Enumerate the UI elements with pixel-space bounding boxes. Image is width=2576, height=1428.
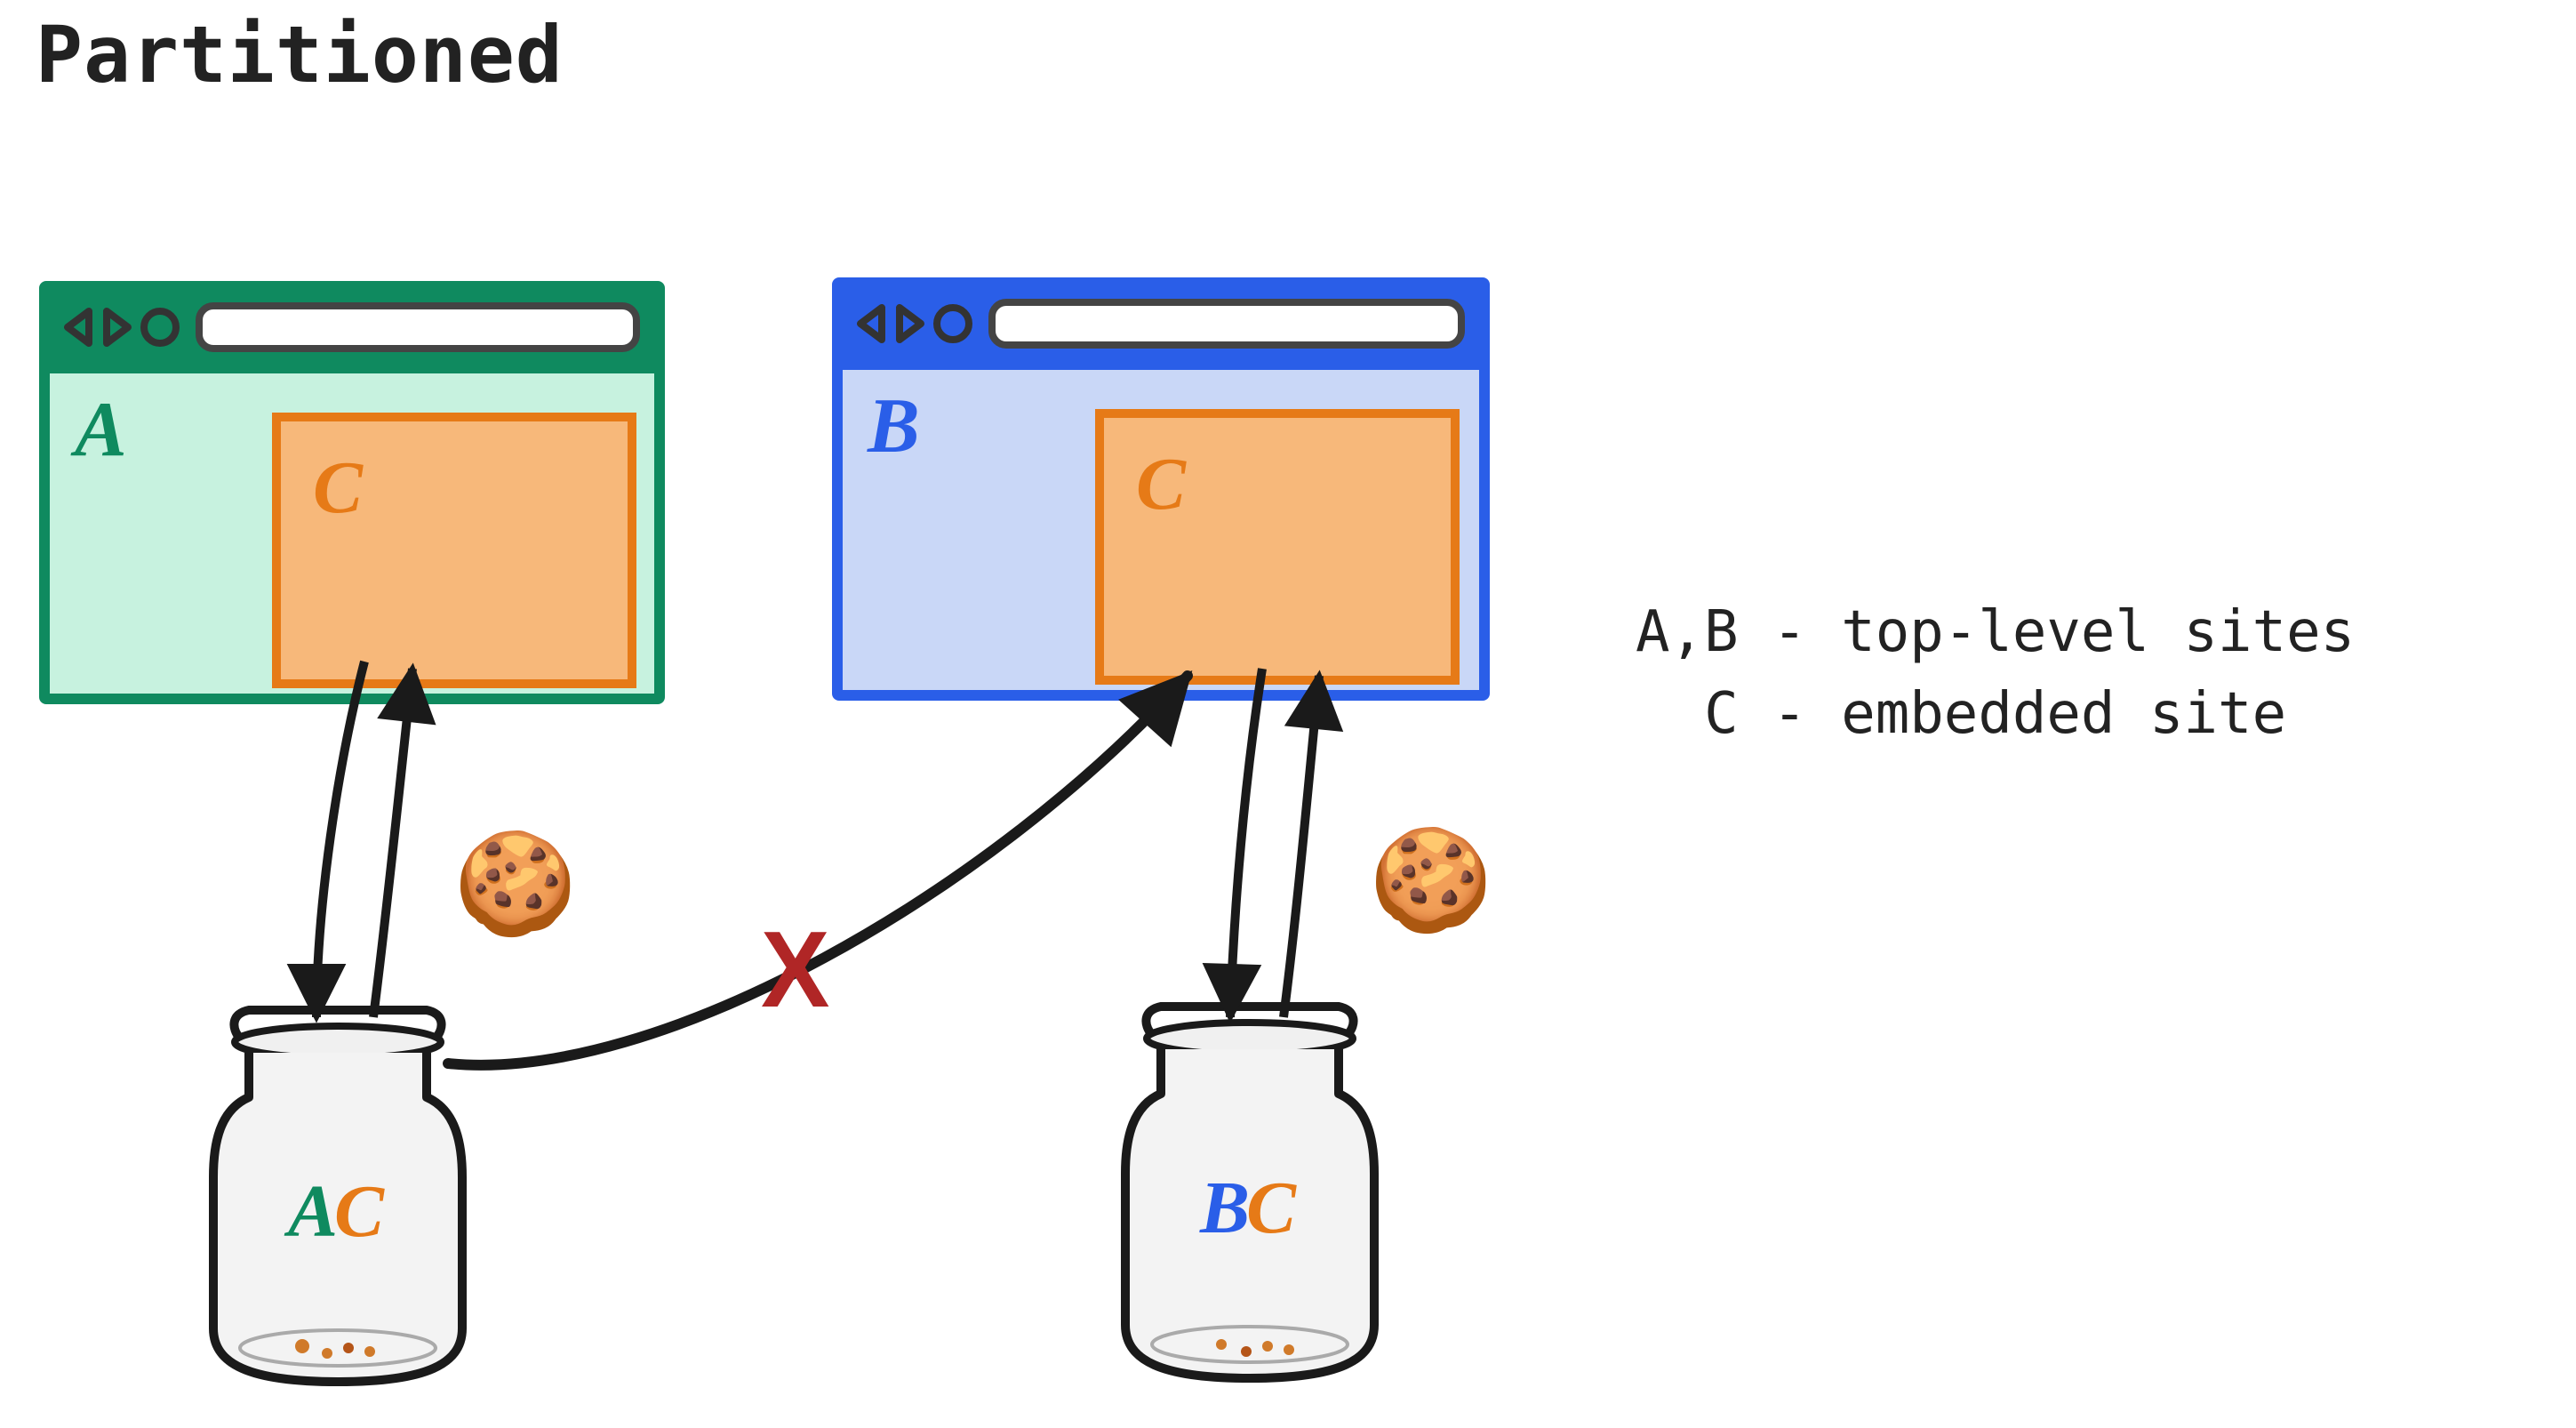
cookie-jar-ac: AC (196, 999, 480, 1373)
site-b-label: B (868, 381, 920, 471)
cookie-icon-left: 🍪 (453, 836, 577, 935)
browser-a: A C (39, 281, 665, 704)
jar-bc-c: C (1246, 1168, 1300, 1250)
cookie-icon-right: 🍪 (1369, 832, 1492, 932)
browser-b: B C (832, 277, 1490, 701)
embed-c-in-a: C (272, 413, 636, 688)
url-bar (196, 302, 640, 352)
jar-ac-a: A (288, 1172, 341, 1254)
legend-line2: C - embedded site (1636, 680, 2286, 748)
embed-c-label-a: C (313, 446, 363, 532)
diagram-stage: Partitioned A C (0, 0, 2576, 1428)
url-bar (988, 299, 1465, 349)
jar-bc-label: BC (1108, 1167, 1392, 1252)
legend-line1: A,B - top-level sites (1636, 598, 2355, 665)
diagram-title: Partitioned (36, 11, 564, 101)
jar-bc-b: B (1200, 1168, 1253, 1250)
embed-c-label-b: C (1136, 443, 1186, 528)
blocked-x-icon: X (761, 908, 829, 1033)
site-a-label: A (75, 384, 127, 475)
embed-c-in-b: C (1095, 409, 1460, 685)
browser-a-topbar (50, 292, 654, 373)
nav-icons (857, 301, 978, 347)
cookie-jar-bc: BC (1108, 996, 1392, 1369)
browser-b-body: B C (843, 370, 1479, 690)
legend: A,B - top-level sites C - embedded site (1636, 590, 2355, 756)
jar-ac-c: C (334, 1172, 388, 1254)
nav-icons (64, 304, 185, 350)
jar-ac-label: AC (196, 1170, 480, 1256)
browser-a-body: A C (50, 373, 654, 694)
browser-b-topbar (843, 288, 1479, 370)
